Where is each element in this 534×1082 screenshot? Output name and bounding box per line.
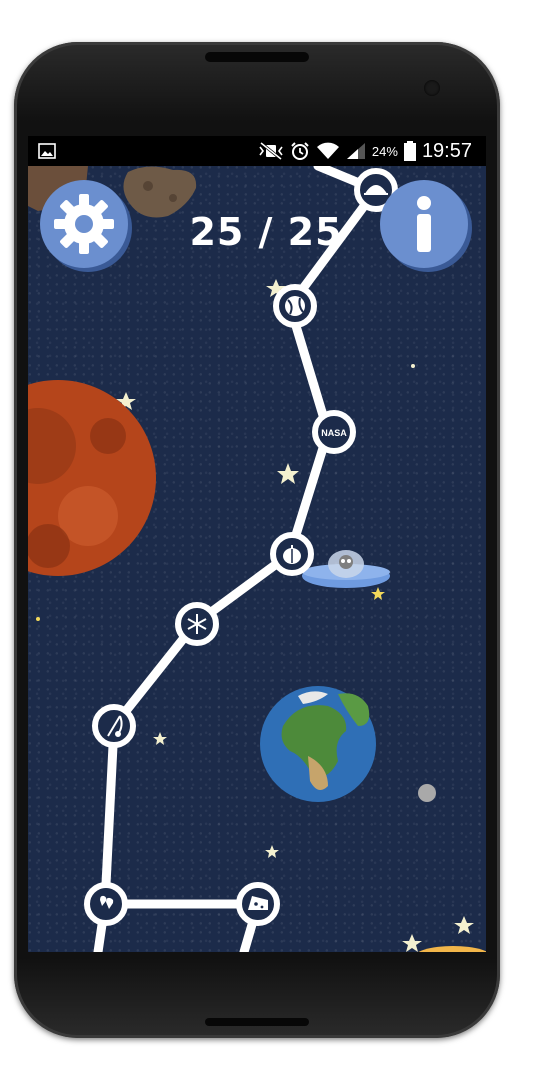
level-node-nasa[interactable]: NASA: [312, 410, 356, 454]
star-5: [153, 732, 167, 745]
level-node-globe[interactable]: [273, 284, 317, 328]
stars: [36, 279, 474, 952]
earpiece-speaker: [205, 52, 309, 62]
image-notification-icon: [38, 143, 56, 159]
sun-edge: [418, 946, 486, 952]
mute-vibrate-icon: [259, 142, 283, 160]
alarm-icon: [291, 142, 309, 160]
star-10: [36, 617, 40, 621]
proximity-sensor: [424, 80, 440, 96]
settings-button[interactable]: [40, 180, 128, 268]
signal-icon: [346, 143, 365, 159]
nasa-logo: NASA: [321, 428, 347, 438]
mars-planet: [28, 380, 156, 576]
bottom-speaker: [205, 1018, 309, 1026]
star-4: [371, 587, 385, 600]
battery-percent: 24%: [371, 143, 398, 159]
info-icon: [417, 196, 431, 252]
level-node-fishing[interactable]: [92, 704, 136, 748]
phone-screen: 24% 19:57 NASA 25 / 25: [28, 136, 486, 952]
star-9: [411, 364, 415, 368]
status-bar: 24% 19:57: [28, 136, 486, 166]
gear-icon: [54, 194, 114, 254]
space-scene: NASA: [28, 166, 486, 952]
battery-icon: [403, 141, 416, 161]
star-6: [265, 845, 279, 858]
moon: [418, 784, 436, 802]
star-1: [277, 463, 299, 484]
info-button[interactable]: [380, 180, 468, 268]
level-node-snowflake[interactable]: [175, 602, 219, 646]
ufo-alien: [302, 550, 390, 588]
clock-time: 19:57: [421, 139, 472, 162]
level-node-cheese[interactable]: [236, 882, 280, 926]
star-8: [402, 934, 422, 952]
level-node-pumpkin[interactable]: [270, 532, 314, 576]
earth-planet: [260, 686, 376, 802]
globe-icon: [285, 296, 305, 316]
wifi-icon: [316, 142, 339, 159]
score-counter: 25 / 25: [189, 210, 343, 254]
star-7: [454, 916, 474, 934]
level-map[interactable]: NASA 25 / 25: [28, 166, 486, 952]
level-node-hearts[interactable]: [84, 882, 128, 926]
